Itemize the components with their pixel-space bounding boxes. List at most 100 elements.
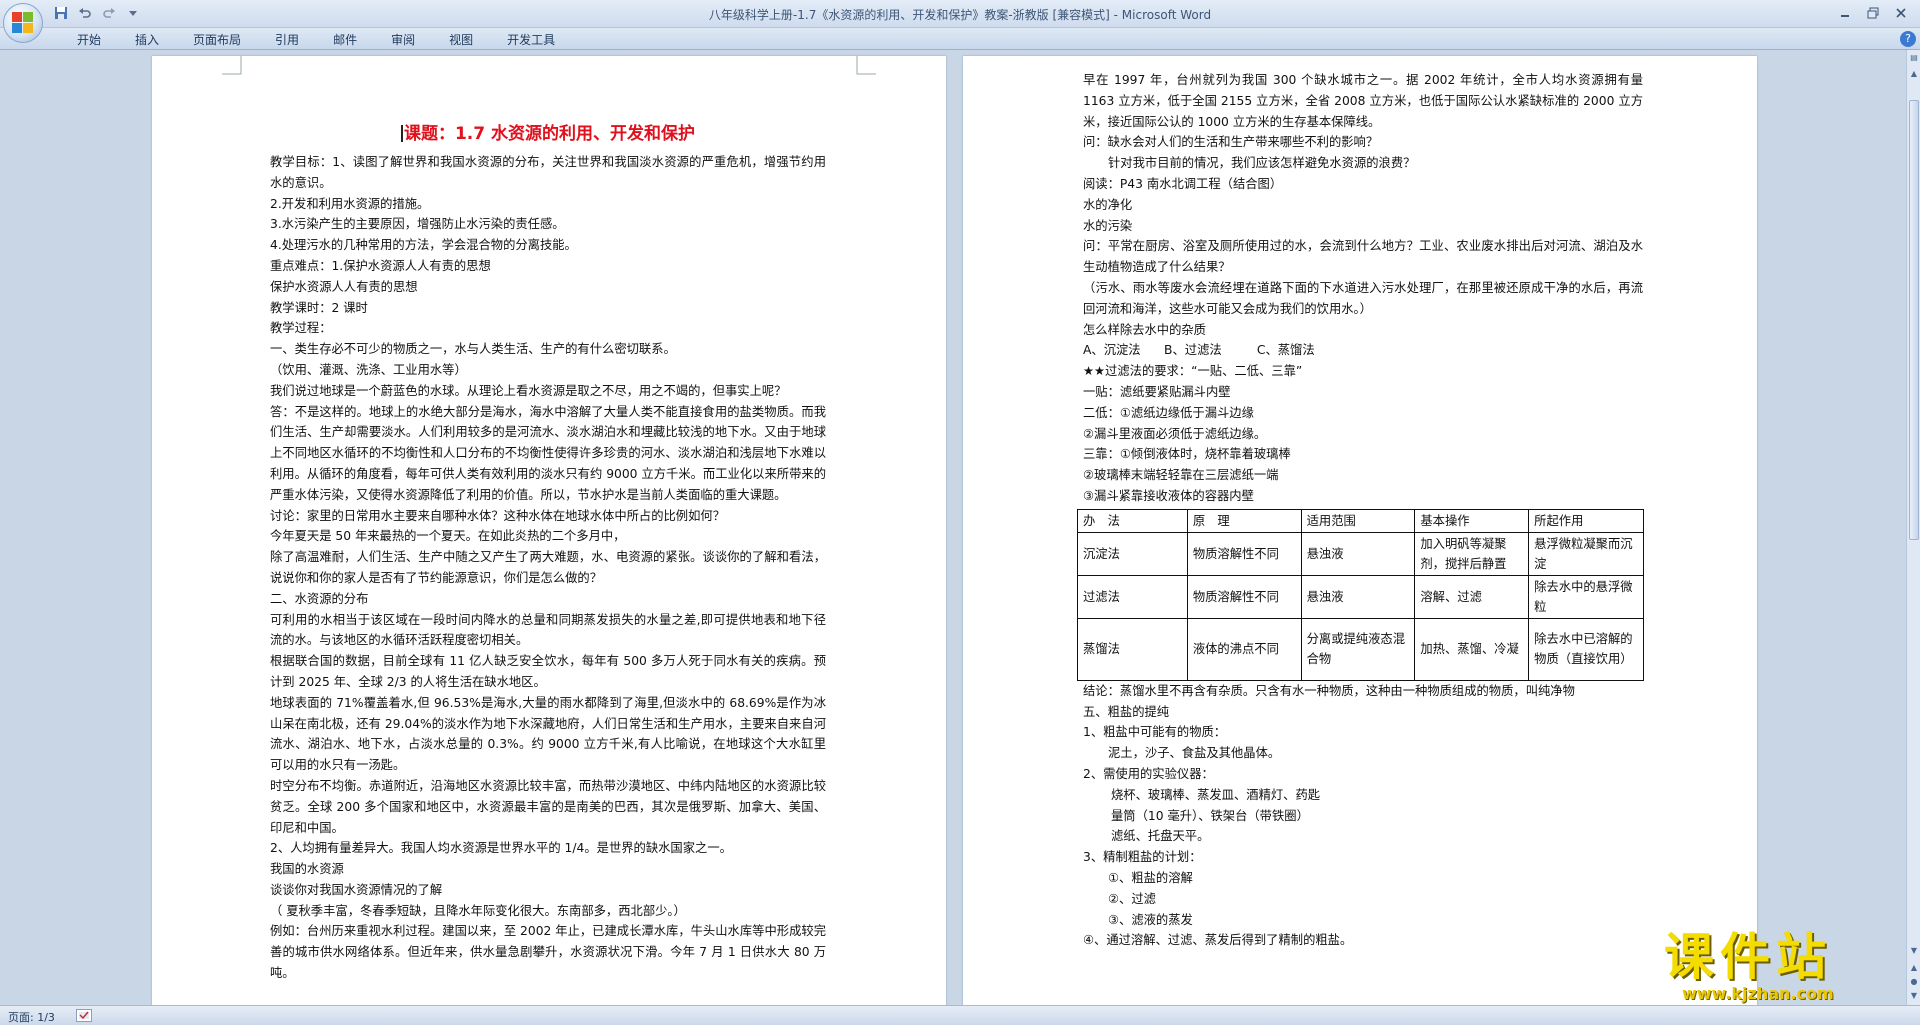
tab-mailings[interactable]: 邮件 bbox=[316, 31, 374, 49]
paragraph: 教学目标：1、读图了解世界和我国水资源的分布，关注世界和我国淡水资源的严重危机，… bbox=[270, 155, 826, 190]
tab-insert[interactable]: 插入 bbox=[118, 31, 176, 49]
page-1-body: 课题：1.7 水资源的利用、开发和保护 教学目标：1、读图了解世界和我国水资源的… bbox=[270, 116, 826, 984]
paragraph: 我国的水资源 bbox=[270, 862, 344, 877]
paragraph: 讨论：家里的日常用水主要来自哪种水体？这种水体在地球水体中所占的比例如何？ bbox=[270, 508, 725, 523]
paragraph: 地球表面的 71%覆盖着水,但 96.53%是海水,大量的雨水都降到了海里,但淡… bbox=[270, 695, 826, 773]
table-cell: 物质溶解性不同 bbox=[1186, 531, 1302, 576]
paragraph: ★★过滤法的要求：“一贴、二低、三靠” bbox=[1083, 364, 1303, 379]
paragraph: 谈谈你对我国水资源情况的了解 bbox=[270, 882, 443, 897]
paragraph: 三靠：①倾倒液体时，烧杯靠着玻璃棒 bbox=[1083, 447, 1291, 462]
paragraph: 答：不是这样的。地球上的水绝大部分是海水，海水中溶解了大量人类不能直接食用的盐类… bbox=[270, 404, 826, 502]
paragraph: （饮用、灌溉、洗涤、工业用水等） bbox=[270, 362, 467, 377]
paragraph: 3、精制粗盐的计划： bbox=[1083, 850, 1202, 865]
paragraph: ②漏斗里液面必须低于滤纸边缘。 bbox=[1083, 426, 1267, 441]
tab-developer[interactable]: 开发工具 bbox=[490, 31, 572, 49]
table-cell: 加入明矾等凝聚剂，搅拌后静置 bbox=[1414, 531, 1530, 576]
vertical-scrollbar[interactable]: ▤ ▲ ▼ ▲ ● ▼ bbox=[1906, 50, 1920, 1005]
paragraph: 水的净化 bbox=[1083, 197, 1133, 212]
paragraph: 二、水资源的分布 bbox=[270, 591, 369, 606]
tab-view[interactable]: 视图 bbox=[432, 31, 490, 49]
paragraph: 问：平常在厨房、浴室及厕所使用过的水，会流到什么地方？工业、农业废水排出后对河流… bbox=[1083, 239, 1643, 275]
table-cell: 悬浮微粒凝聚而沉淀 bbox=[1528, 531, 1644, 576]
paragraph: （ 夏秋季丰富，冬春季短缺，且降水年际变化很大。东南部多，西北部少。） bbox=[270, 903, 686, 918]
watermark-logo: 课件站 www.kjzhan.com bbox=[1664, 928, 1914, 1008]
ruler-toggle-icon[interactable]: ▤ bbox=[1908, 52, 1920, 64]
paragraph: ④、通过溶解、过滤、蒸发后得到了精制的粗盐。 bbox=[1083, 933, 1353, 948]
paragraph: ②玻璃棒末端轻轻靠在三层滤纸一端 bbox=[1083, 468, 1279, 483]
office-button[interactable] bbox=[3, 3, 43, 43]
paragraph: 2.开发和利用水资源的措施。 bbox=[270, 196, 430, 211]
document-page-1[interactable]: 课题：1.7 水资源的利用、开发和保护 教学目标：1、读图了解世界和我国水资源的… bbox=[152, 56, 946, 1005]
paragraph: 水的污染 bbox=[1083, 218, 1133, 233]
paragraph: 重点难点：1.保护水资源人人有责的思想 bbox=[270, 258, 491, 273]
restore-icon[interactable] bbox=[1860, 3, 1886, 23]
office-logo-icon bbox=[12, 12, 34, 34]
paragraph: 滤纸、托盘天平。 bbox=[1111, 829, 1210, 844]
proofing-icon[interactable] bbox=[76, 1009, 92, 1022]
help-icon[interactable]: ? bbox=[1900, 31, 1916, 47]
table-cell: 物质溶解性不同 bbox=[1186, 574, 1302, 619]
paragraph: 今年夏天是 50 年来最热的一个夏天。在如此炎热的二个多月中， bbox=[270, 529, 626, 544]
ribbon-tabs: 开始 插入 页面布局 引用 邮件 审阅 视图 开发工具 bbox=[60, 31, 572, 49]
paragraph: ②、过滤 bbox=[1108, 891, 1156, 906]
paragraph: 4.处理污水的几种常用的方法，学会混合物的分离技能。 bbox=[270, 238, 577, 253]
table-header-cell: 原 理 bbox=[1186, 508, 1302, 533]
paragraph: 早在 1997 年，台州就列为我国 300 个缺水城市之一。据 2002 年统计… bbox=[1083, 73, 1643, 129]
minimize-icon[interactable] bbox=[1832, 3, 1858, 23]
lesson-title: 课题：1.7 水资源的利用、开发和保护 bbox=[270, 116, 826, 152]
ribbon: 开始 插入 页面布局 引用 邮件 审阅 视图 开发工具 ? bbox=[0, 28, 1920, 50]
tab-page-layout[interactable]: 页面布局 bbox=[176, 31, 258, 49]
paragraph: 问：缺水会对人们的生活和生产带来哪些不利的影响？ bbox=[1083, 135, 1379, 150]
tab-references[interactable]: 引用 bbox=[258, 31, 316, 49]
window-title: 八年级科学上册-1.7《水资源的利用、开发和保护》教案-浙教版 [兼容模式] -… bbox=[708, 8, 1212, 22]
table-header-cell: 所起作用 bbox=[1528, 508, 1644, 533]
document-page-2[interactable]: 早在 1997 年，台州就列为我国 300 个缺水城市之一。据 2002 年统计… bbox=[963, 56, 1757, 1005]
status-bar: 页面: 1/3 bbox=[0, 1005, 1920, 1025]
paragraph: 1、粗盐中可能有的物质： bbox=[1083, 725, 1227, 740]
purification-methods-table: 办 法 原 理 适用范围 基本操作 所起作用 沉淀法 物质溶解性不同 悬浊液 加… bbox=[1077, 508, 1644, 681]
paragraph: 教学课时：2 课时 bbox=[270, 300, 368, 315]
table-cell: 分离或提纯液态混合物 bbox=[1300, 617, 1416, 681]
scrollbar-thumb[interactable] bbox=[1909, 100, 1919, 540]
table-cell: 加热、蒸馏、冷凝 bbox=[1414, 617, 1530, 681]
watermark-brand: 课件站 bbox=[1664, 928, 1832, 986]
close-icon[interactable] bbox=[1888, 3, 1914, 23]
paragraph: 怎么样除去水中的杂质 bbox=[1083, 322, 1206, 337]
paragraph: 泥土，沙子、食盐及其他晶体。 bbox=[1108, 746, 1281, 761]
window-controls bbox=[1832, 3, 1914, 23]
paragraph: ③漏斗紧靠接收液体的容器内壁 bbox=[1083, 488, 1254, 503]
table-cell: 过滤法 bbox=[1077, 574, 1188, 619]
paragraph: 结论：蒸馏水里不再含有杂质。只含有水一种物质，这种由一种物质组成的物质，叫纯净物 bbox=[1083, 683, 1575, 698]
page-2-body: 早在 1997 年，台州就列为我国 300 个缺水城市之一。据 2002 年统计… bbox=[1077, 70, 1644, 951]
table-header-cell: 适用范围 bbox=[1300, 508, 1416, 533]
paragraph: 除了高温难耐，人们生活、生产中随之又产生了两大难题，水、电资源的紧张。谈谈你的了… bbox=[270, 550, 826, 585]
paragraph: 教学过程： bbox=[270, 321, 332, 336]
tab-home[interactable]: 开始 bbox=[60, 31, 118, 49]
table-row: 沉淀法 物质溶解性不同 悬浊液 加入明矾等凝聚剂，搅拌后静置 悬浮微粒凝聚而沉淀 bbox=[1077, 531, 1644, 576]
table-header-cell: 办 法 bbox=[1077, 508, 1188, 533]
watermark-url: www.kjzhan.com bbox=[1682, 984, 1834, 1003]
table-cell: 悬浊液 bbox=[1300, 531, 1416, 576]
paragraph: 2、需使用的实验仪器： bbox=[1083, 766, 1214, 781]
paragraph: ③、滤液的蒸发 bbox=[1108, 912, 1193, 927]
paragraph: 时空分布不均衡。赤道附近，沿海地区水资源比较丰富，而热带沙漠地区、中纬内陆地区的… bbox=[270, 778, 826, 835]
text-cursor bbox=[400, 125, 403, 142]
table-cell: 溶解、过滤 bbox=[1414, 574, 1530, 619]
table-cell: 液体的沸点不同 bbox=[1186, 617, 1302, 681]
scroll-up-icon[interactable]: ▲ bbox=[1908, 68, 1920, 80]
paragraph: 3.水污染产生的主要原因，增强防止水污染的责任感。 bbox=[270, 217, 565, 232]
table-cell: 除去水中的悬浮微粒 bbox=[1528, 574, 1644, 619]
paragraph: 2、人均拥有量差异大。我国人均水资源是世界水平的 1/4。是世界的缺水国家之一。 bbox=[270, 841, 732, 856]
margin-corner-mark bbox=[222, 56, 242, 75]
paragraph: 针对我市目前的情况，我们应该怎样避免水资源的浪费？ bbox=[1108, 156, 1416, 171]
paragraph: 保护水资源人人有责的思想 bbox=[270, 279, 418, 294]
table-cell: 沉淀法 bbox=[1077, 531, 1188, 576]
paragraph: 阅读：P43 南水北调工程（结合图） bbox=[1083, 176, 1283, 191]
paragraph: 量筒（10 毫升）、铁架台（带铁圈） bbox=[1111, 808, 1309, 823]
paragraph: ①、粗盐的溶解 bbox=[1108, 870, 1193, 885]
table-row: 过滤法 物质溶解性不同 悬浊液 溶解、过滤 除去水中的悬浮微粒 bbox=[1077, 574, 1644, 619]
paragraph: 可利用的水相当于该区域在一段时间内降水的总量和同期蒸发损失的水量之差,即可提供地… bbox=[270, 612, 826, 648]
paragraph: A、沉淀法 B、过滤法 C、蒸馏法 bbox=[1083, 343, 1315, 358]
tab-review[interactable]: 审阅 bbox=[374, 31, 432, 49]
page-count[interactable]: 页面: 1/3 bbox=[8, 1009, 55, 1025]
